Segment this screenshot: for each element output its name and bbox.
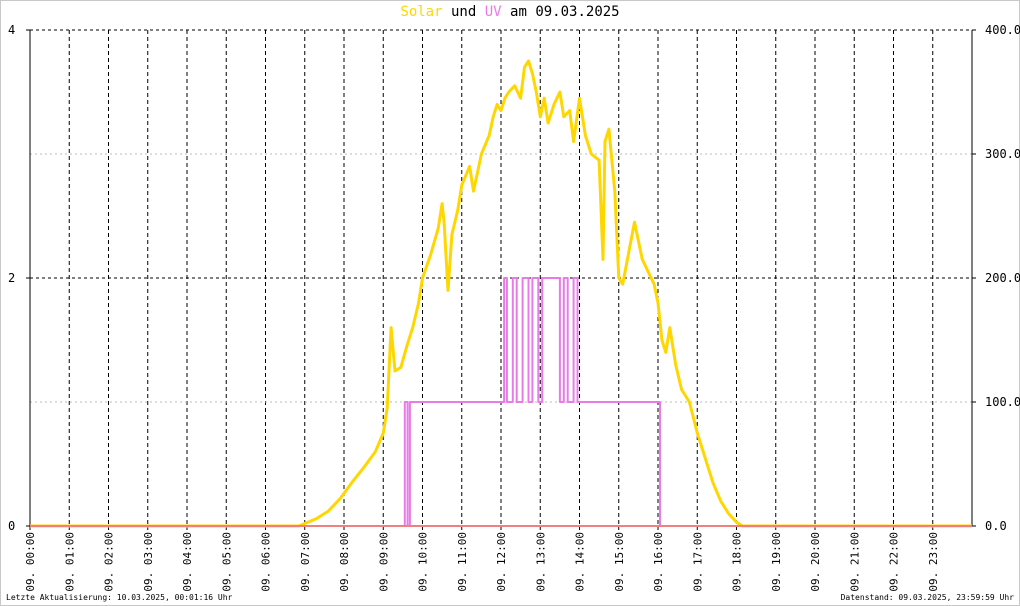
y-right-tick-label-1: 100.0 <box>985 395 1020 409</box>
x-tick-label-13: 09. 13:00 <box>534 532 547 592</box>
x-tick-label-5: 09. 05:00 <box>220 532 233 592</box>
y-left-tick-label-1: 2 <box>8 271 15 285</box>
chart-canvas: 0 2 4 0.0 100.0 200.0 300.0 400.0 09. 00:00 09. 0… <box>8 23 1020 592</box>
x-tick-label-9: 09. 09:00 <box>377 532 390 592</box>
x-tick-label-22: 09. 22:00 <box>888 532 901 592</box>
grid-layer <box>30 29 972 526</box>
x-tick-label-15: 09. 15:00 <box>613 532 626 592</box>
x-tick-label-11: 09. 11:00 <box>456 532 469 592</box>
x-tick-label-0: 09. 00:00 <box>24 532 37 592</box>
last-update-text: Letzte Aktualisierung: 10.03.2025, 00:01… <box>6 593 233 602</box>
x-tick-label-4: 09. 04:00 <box>181 532 194 592</box>
x-tick-label-10: 09. 10:00 <box>417 532 430 592</box>
x-tick-label-21: 09. 21:00 <box>848 532 861 592</box>
x-tick-label-7: 09. 07:00 <box>299 532 312 592</box>
data-status-text: Datenstand: 09.03.2025, 23:59:59 Uhr <box>840 593 1014 602</box>
x-tick-label-18: 09. 18:00 <box>731 532 744 592</box>
label-layer: 0 2 4 0.0 100.0 200.0 300.0 400.0 09. 00:00 09. 0… <box>8 23 1020 592</box>
x-tick-label-16: 09. 16:00 <box>652 532 665 592</box>
y-right-tick-label-3: 300.0 <box>985 147 1020 161</box>
x-tick-label-23: 09. 23:00 <box>927 532 940 592</box>
x-tick-label-6: 09. 06:00 <box>260 532 273 592</box>
x-tick-label-14: 09. 14:00 <box>574 532 587 592</box>
y-right-tick-label-0: 0.0 <box>985 519 1007 533</box>
y-left-tick-label-2: 4 <box>8 23 15 37</box>
x-tick-label-2: 09. 02:00 <box>103 532 116 592</box>
x-tick-label-12: 09. 12:00 <box>495 532 508 592</box>
y-right-tick-label-4: 400.0 <box>985 23 1020 37</box>
x-tick-label-17: 09. 17:00 <box>691 532 704 592</box>
y-right-tick-label-2: 200.0 <box>985 271 1020 285</box>
x-tick-label-1: 09. 01:00 <box>63 532 76 592</box>
x-tick-label-8: 09. 08:00 <box>338 532 351 592</box>
y-left-tick-label-0: 0 <box>8 519 15 533</box>
axis-layer <box>26 29 976 530</box>
x-tick-label-19: 09. 19:00 <box>770 532 783 592</box>
x-tick-label-20: 09. 20:00 <box>809 532 822 592</box>
x-tick-label-3: 09. 03:00 <box>142 532 155 592</box>
